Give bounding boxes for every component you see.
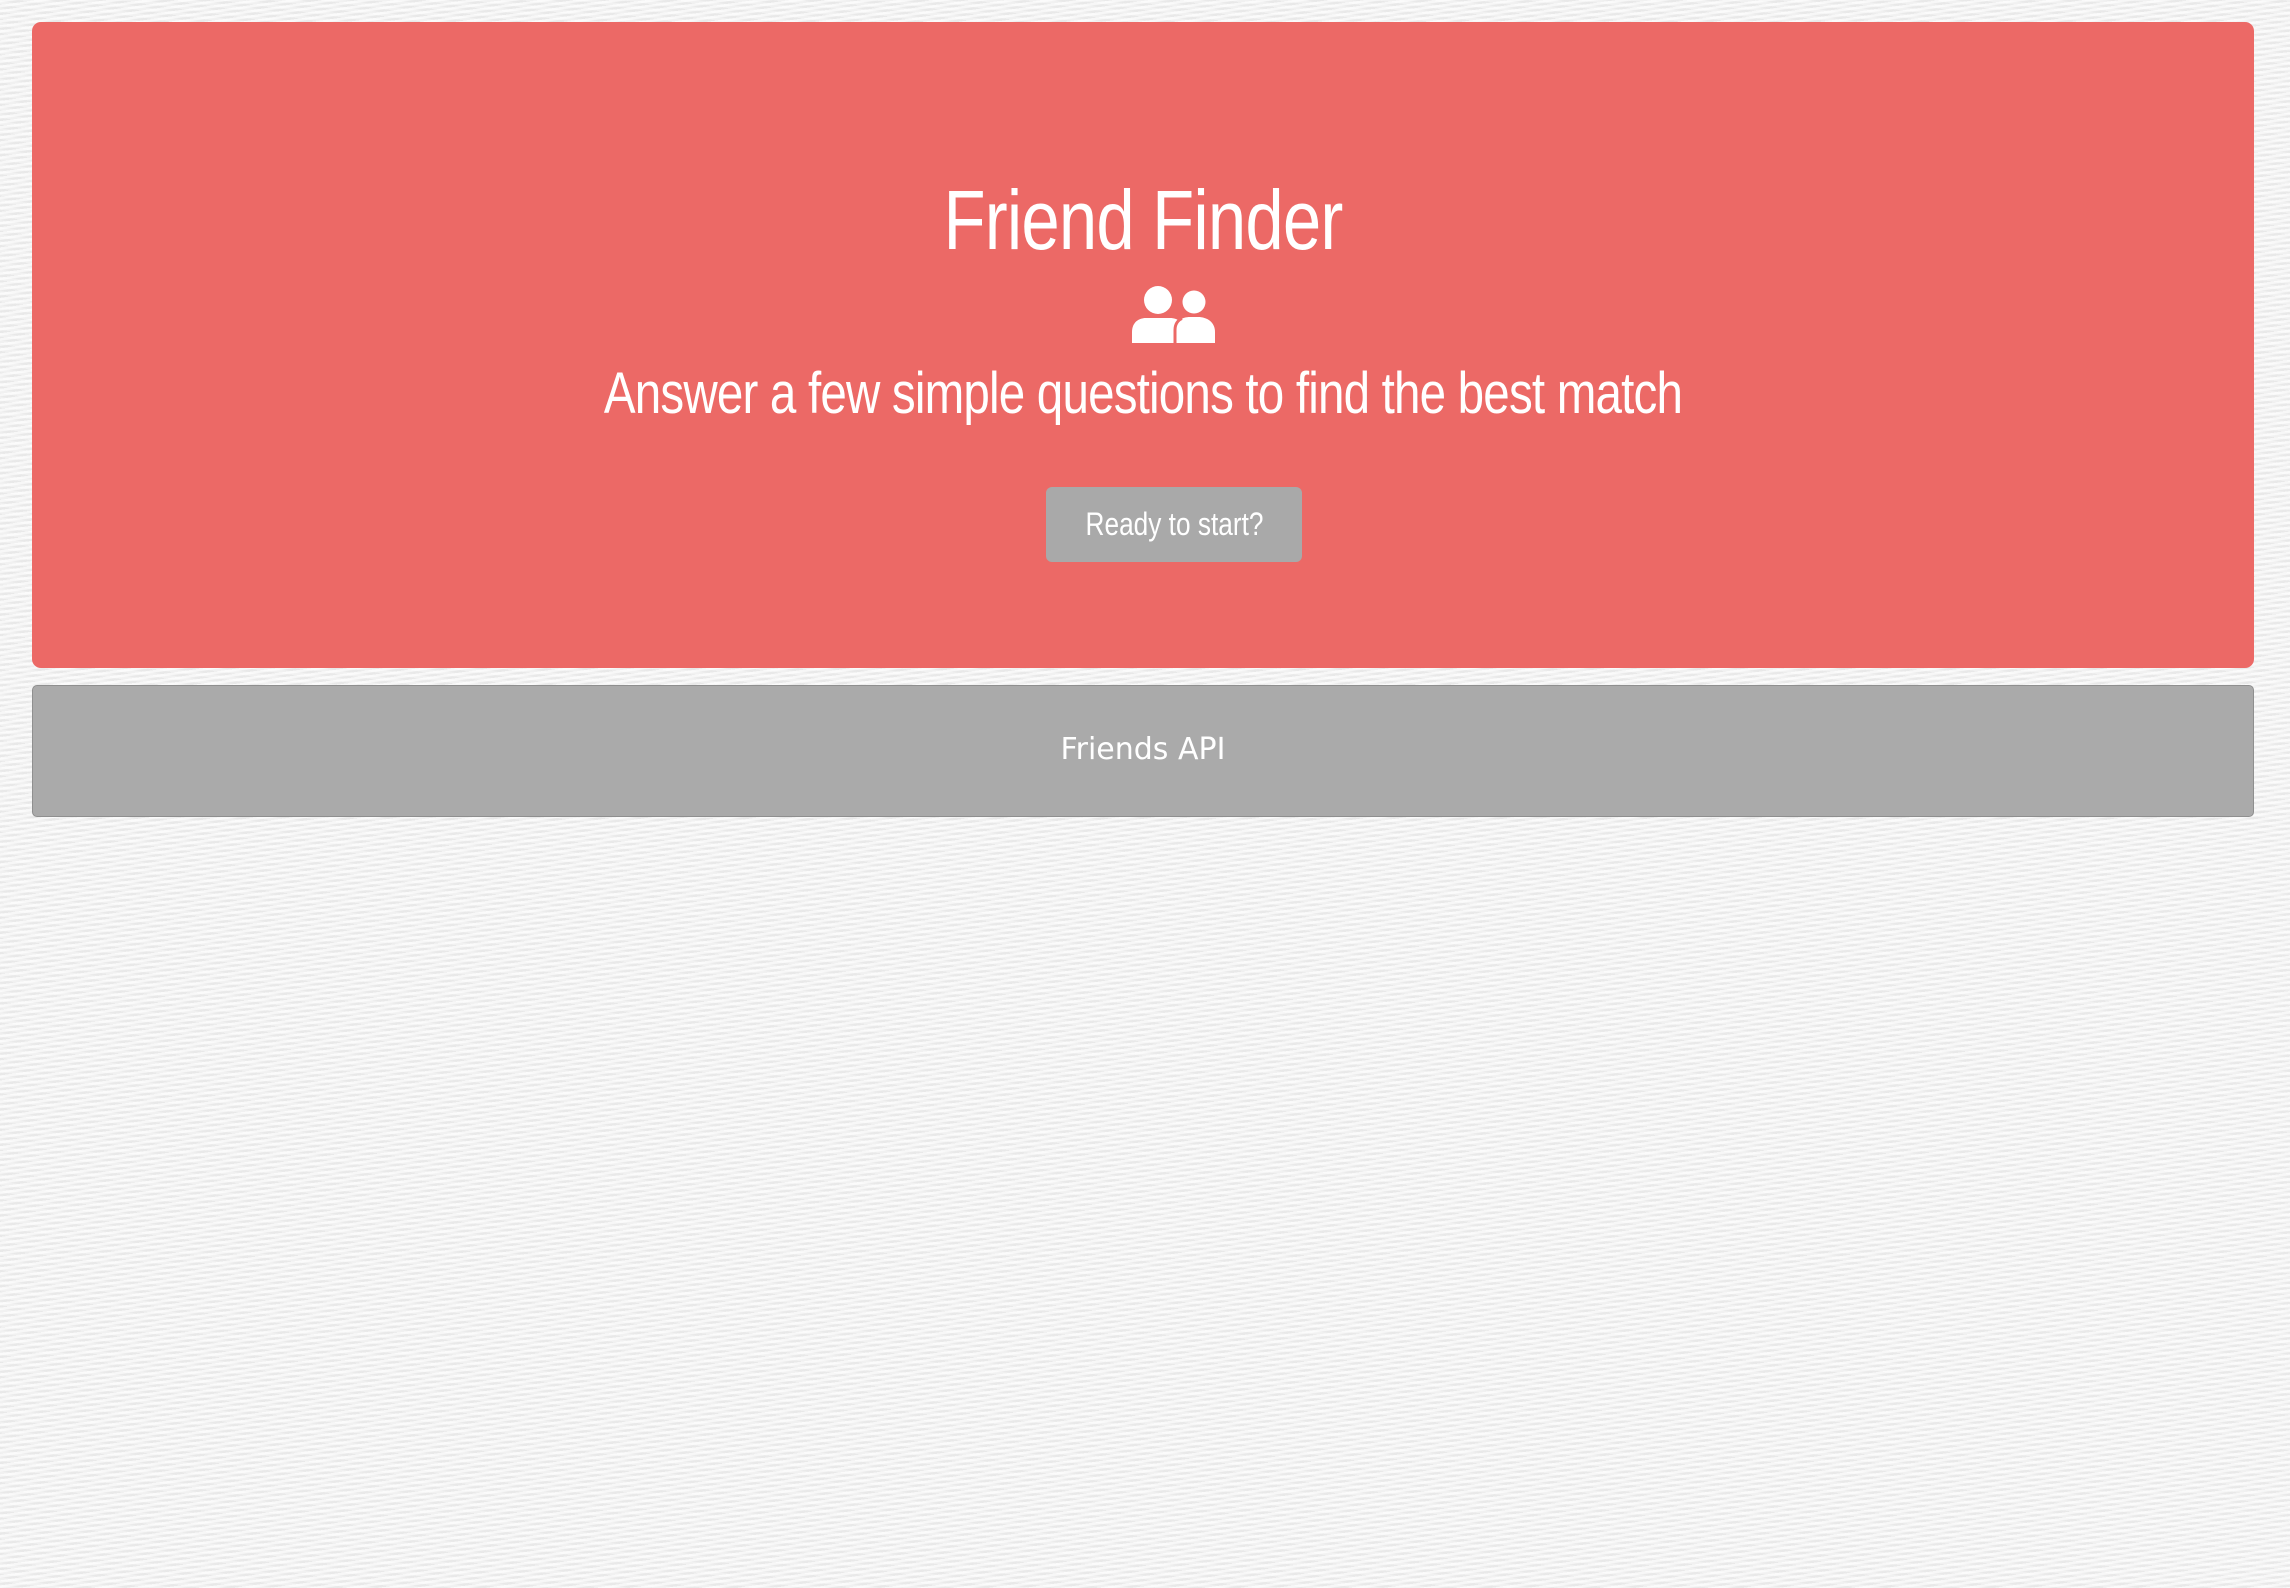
- footer: Friends API: [32, 685, 2254, 817]
- page-subtitle: Answer a few simple questions to find th…: [603, 361, 1683, 426]
- hero-jumbotron: Friend Finder Answer a few simple questi…: [32, 22, 2254, 668]
- page-title: Friend Finder: [943, 173, 1344, 267]
- start-button-label: Ready to start?: [1085, 506, 1263, 542]
- users-icon: [1132, 285, 1216, 343]
- start-survey-button[interactable]: Ready to start?: [1046, 487, 1302, 562]
- friends-api-link[interactable]: Friends API: [1061, 730, 1226, 770]
